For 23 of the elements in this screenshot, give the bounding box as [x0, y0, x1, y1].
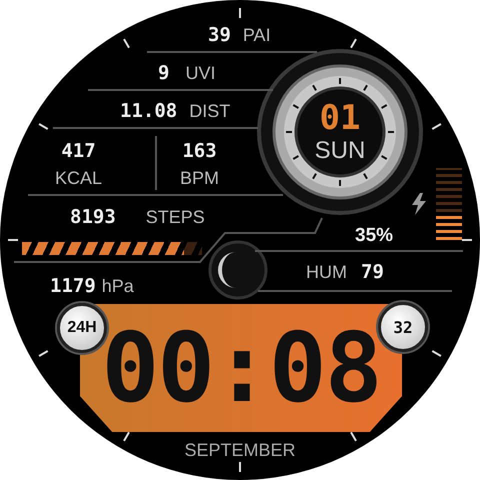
steps-label: STEPS: [146, 207, 205, 228]
pressure-unit: hPa: [102, 276, 134, 297]
month-label: SEPTEMBER: [183, 440, 297, 461]
distance-label: DIST: [189, 101, 230, 122]
heart-rate-label: BPM: [180, 168, 220, 189]
calories-label: KCAL: [55, 168, 102, 189]
humidity-label: HUM: [306, 262, 347, 283]
distance-value: 11.08: [120, 100, 178, 122]
day-number: 01: [320, 101, 360, 135]
heart-rate-value: 163: [182, 140, 217, 162]
uvi-value: 9: [158, 62, 170, 84]
pressure-value: 1179: [50, 275, 96, 297]
humidity-value: 79: [361, 261, 384, 283]
battery-percent: 35%: [355, 225, 394, 247]
calories-value: 417: [61, 140, 96, 162]
moon-icon: [208, 240, 268, 300]
format-badge: 24H: [57, 303, 107, 353]
pai-label: PAI: [242, 25, 271, 46]
steps-value: 8193: [70, 206, 116, 228]
pai-value: 39: [208, 24, 231, 46]
seconds-badge: 32: [378, 302, 428, 352]
uvi-label: UVI: [185, 63, 216, 84]
weekday: SUN: [314, 139, 366, 163]
